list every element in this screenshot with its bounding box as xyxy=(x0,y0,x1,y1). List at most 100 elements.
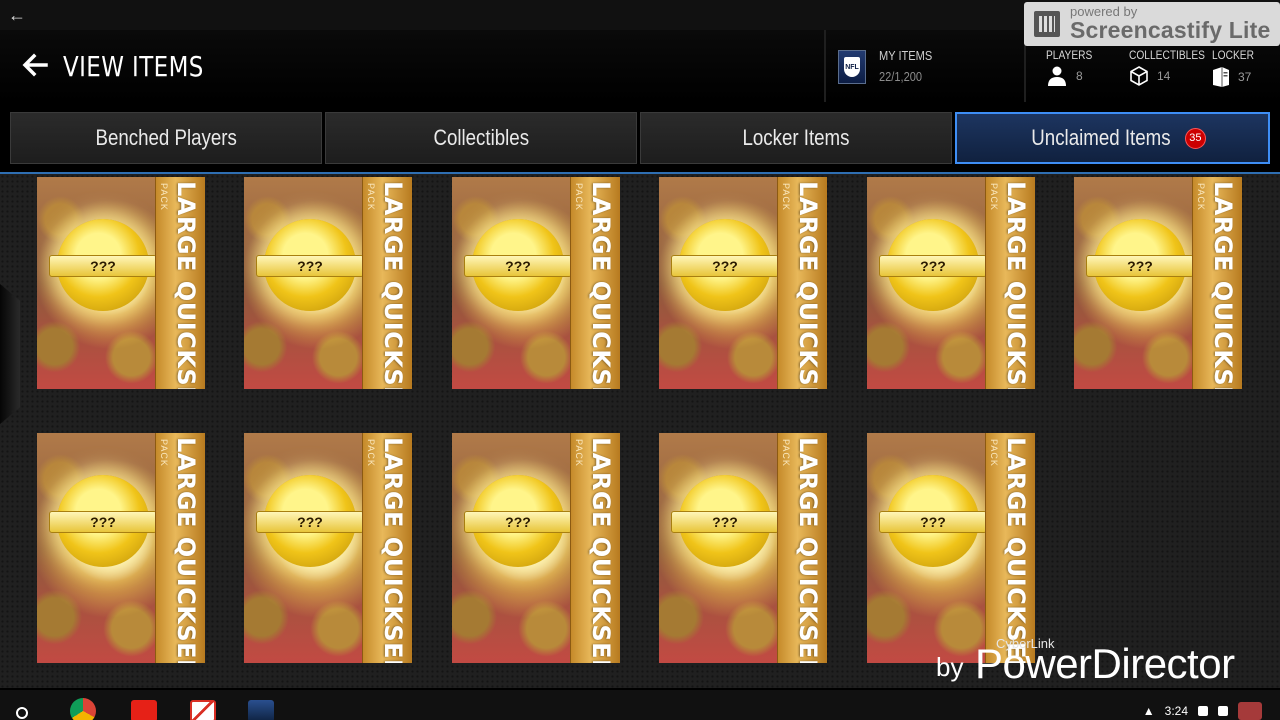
pack-subtitle: PACK xyxy=(366,439,376,467)
tab-unclaimed-items[interactable]: Unclaimed Items 35 xyxy=(955,112,1270,164)
item-card[interactable]: ??? PACK LARGE QUICKSELL xyxy=(659,433,827,663)
my-items-value: 22/1,200 xyxy=(879,69,923,84)
notification-icon[interactable]: ▲ xyxy=(1143,704,1155,718)
battery-icon xyxy=(1218,706,1228,716)
stat-value: 8 xyxy=(1076,69,1083,83)
stat-value: 14 xyxy=(1157,69,1171,83)
pack-title: LARGE QUICKSELL xyxy=(1209,181,1237,389)
pack-subtitle: PACK xyxy=(989,183,999,211)
launcher-icon[interactable] xyxy=(16,707,28,719)
pack-art: ??? xyxy=(37,433,157,663)
pack-art: ??? xyxy=(1074,177,1194,389)
page-title: VIEW ITEMS xyxy=(63,50,204,83)
tab-label: Benched Players xyxy=(95,125,237,150)
pack-title: LARGE QUICKSELL xyxy=(379,181,407,389)
pack-title: LARGE QUICKSELL xyxy=(587,437,615,663)
item-card[interactable]: ??? PACK LARGE QUICKSELL xyxy=(867,433,1035,663)
avatar[interactable] xyxy=(1238,702,1262,720)
item-card[interactable]: ??? PACK LARGE QUICKSELL xyxy=(452,177,620,389)
coin-icon: ??? xyxy=(49,219,157,311)
tab-locker-items[interactable]: Locker Items xyxy=(640,112,952,164)
unclaimed-count-badge: 35 xyxy=(1184,127,1206,149)
clock: 3:24 xyxy=(1164,704,1188,718)
screencastify-name: Screencastify Lite xyxy=(1070,17,1271,43)
item-card[interactable]: ??? PACK LARGE QUICKSELL xyxy=(37,177,205,389)
coin-ribbon-text: ??? xyxy=(671,255,779,277)
pack-title: LARGE QUICKSELL xyxy=(1002,437,1030,663)
pack-side-banner: PACK LARGE QUICKSELL xyxy=(362,433,412,663)
pack-side-banner: PACK LARGE QUICKSELL xyxy=(985,177,1035,389)
game-app-icon[interactable] xyxy=(248,700,274,720)
my-items-counter: NFL MY ITEMS 22/1,200 xyxy=(838,48,1018,88)
coin-icon: ??? xyxy=(464,475,572,567)
powerdirector-watermark: PowerDirector xyxy=(975,640,1235,687)
stat-label: PLAYERS xyxy=(1046,48,1093,62)
pack-side-banner: PACK LARGE QUICKSELL xyxy=(777,433,827,663)
pack-art: ??? xyxy=(244,433,364,663)
pack-side-banner: PACK LARGE QUICKSELL xyxy=(362,177,412,389)
cube-icon xyxy=(1130,66,1148,86)
pack-subtitle: PACK xyxy=(781,183,791,211)
item-card[interactable]: ??? PACK LARGE QUICKSELL xyxy=(1074,177,1242,389)
pack-title: LARGE QUICKSELL xyxy=(1002,181,1030,389)
pack-side-banner: PACK LARGE QUICKSELL xyxy=(985,433,1035,663)
coin-icon: ??? xyxy=(256,219,364,311)
pack-art: ??? xyxy=(37,177,157,389)
tab-collectibles[interactable]: Collectibles xyxy=(325,112,637,164)
pack-subtitle: PACK xyxy=(159,439,169,467)
item-card[interactable]: ??? PACK LARGE QUICKSELL xyxy=(37,433,205,663)
item-card[interactable]: ??? PACK LARGE QUICKSELL xyxy=(244,177,412,389)
coin-icon: ??? xyxy=(49,475,157,567)
pack-art: ??? xyxy=(452,177,572,389)
youtube-icon[interactable] xyxy=(131,700,157,720)
coin-ribbon-text: ??? xyxy=(256,511,364,533)
coin-icon: ??? xyxy=(464,219,572,311)
status-tray[interactable]: ▲ 3:24 xyxy=(1143,702,1262,720)
stat-value: 37 xyxy=(1238,70,1252,84)
items-grid: ??? PACK LARGE QUICKSELL??? PACK LARGE QUICK… xyxy=(0,174,1280,688)
coin-icon: ??? xyxy=(879,219,987,311)
item-card[interactable]: ??? PACK LARGE QUICKSELL xyxy=(659,177,827,389)
pack-subtitle: PACK xyxy=(989,439,999,467)
by-text: by xyxy=(936,652,964,682)
pack-title: LARGE QUICKSELL xyxy=(172,437,200,663)
stat-label: LOCKER xyxy=(1212,48,1254,62)
stat-collectibles: COLLECTIBLES 14 xyxy=(1129,48,1218,86)
coin-ribbon-text: ??? xyxy=(464,255,572,277)
pack-art: ??? xyxy=(244,177,364,389)
pack-subtitle: PACK xyxy=(574,183,584,211)
pack-art: ??? xyxy=(867,433,987,663)
item-card[interactable]: ??? PACK LARGE QUICKSELL xyxy=(452,433,620,663)
gmail-icon[interactable] xyxy=(190,700,216,720)
side-drawer-handle[interactable] xyxy=(0,284,20,424)
pack-title: LARGE QUICKSELL xyxy=(794,437,822,663)
coin-icon: ??? xyxy=(1086,219,1194,311)
chrome-icon[interactable] xyxy=(70,698,96,720)
pack-side-banner: PACK LARGE QUICKSELL xyxy=(155,433,205,663)
wifi-icon xyxy=(1198,706,1208,716)
os-shelf: ▲ 3:24 xyxy=(0,690,1280,720)
pack-title: LARGE QUICKSELL xyxy=(794,181,822,389)
pack-side-banner: PACK LARGE QUICKSELL xyxy=(777,177,827,389)
coin-ribbon-text: ??? xyxy=(256,255,364,277)
coin-ribbon-text: ??? xyxy=(49,511,157,533)
tab-label: Collectibles xyxy=(433,125,529,150)
pack-art: ??? xyxy=(867,177,987,389)
item-card[interactable]: ??? PACK LARGE QUICKSELL xyxy=(867,177,1035,389)
category-tabs: Benched Players Collectibles Locker Item… xyxy=(0,112,1280,166)
item-card[interactable]: ??? PACK LARGE QUICKSELL xyxy=(244,433,412,663)
pack-side-banner: PACK LARGE QUICKSELL xyxy=(1192,177,1242,389)
tab-benched-players[interactable]: Benched Players xyxy=(10,112,322,164)
coin-icon: ??? xyxy=(879,475,987,567)
system-back-icon[interactable]: ← xyxy=(8,5,26,26)
person-icon xyxy=(1048,66,1066,86)
coin-ribbon-text: ??? xyxy=(49,255,157,277)
coin-icon: ??? xyxy=(256,475,364,567)
coin-ribbon-text: ??? xyxy=(671,511,779,533)
pack-side-banner: PACK LARGE QUICKSELL xyxy=(570,433,620,663)
my-items-label: MY ITEMS xyxy=(879,48,933,63)
pack-title: LARGE QUICKSELL xyxy=(587,181,615,389)
back-arrow-icon[interactable] xyxy=(20,50,50,80)
coin-ribbon-text: ??? xyxy=(879,511,987,533)
pack-art: ??? xyxy=(452,433,572,663)
